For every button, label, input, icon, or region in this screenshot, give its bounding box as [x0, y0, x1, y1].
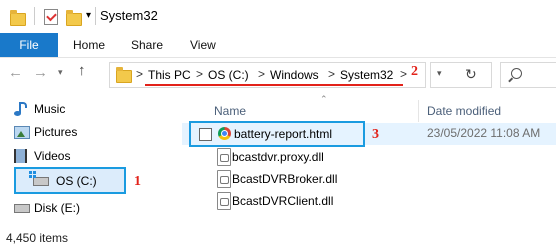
chrome-icon [218, 127, 231, 140]
sidebar-item-pictures[interactable]: Pictures [34, 122, 77, 142]
table-row[interactable]: bcastdvr.proxy.dll [189, 146, 429, 168]
sidebar-item-videos[interactable]: Videos [34, 146, 70, 166]
sidebar-item-music[interactable]: Music [34, 99, 65, 119]
address-dropdown[interactable]: ▾ ↻ [430, 62, 492, 88]
properties-icon[interactable] [44, 9, 58, 25]
customize-qat-icon[interactable]: ▾ [86, 10, 91, 21]
sidebar-item-label: OS (C:) [56, 174, 97, 188]
breadcrumb-separator[interactable]: > [258, 67, 265, 81]
file-name: BcastDVRClient.dll [232, 194, 334, 208]
status-item-count: 4,450 items [6, 231, 69, 245]
window-title: System32 [100, 8, 158, 23]
annotation-three: 3 [372, 127, 379, 142]
refresh-icon[interactable]: ↻ [465, 66, 477, 83]
tab-view[interactable]: View [190, 33, 216, 57]
annotation-one: 1 [134, 174, 141, 189]
forward-button[interactable]: → [33, 64, 48, 81]
search-icon [511, 68, 522, 79]
drive-icon [29, 171, 49, 186]
table-row[interactable]: battery-report.html [189, 121, 365, 147]
breadcrumb-system32[interactable]: System32 [340, 68, 393, 82]
column-header-date[interactable]: Date modified [427, 104, 501, 118]
dll-icon [217, 192, 231, 210]
divider [34, 7, 35, 25]
back-button[interactable]: ← [8, 64, 23, 81]
folder-icon [10, 10, 26, 26]
row-checkbox[interactable] [199, 128, 212, 141]
divider [95, 7, 96, 25]
sidebar-item-disk-e[interactable]: Disk (E:) [34, 198, 80, 218]
column-divider[interactable] [418, 100, 419, 122]
up-button[interactable]: ↑ [78, 62, 86, 79]
breadcrumb-separator[interactable]: > [136, 67, 143, 81]
recent-locations-icon[interactable]: ▾ [58, 67, 63, 78]
breadcrumb-os-c[interactable]: OS (C:) [208, 68, 249, 82]
tab-home[interactable]: Home [73, 33, 105, 57]
sort-ascending-icon: ⌃ [320, 94, 328, 104]
chevron-down-icon[interactable]: ▾ [437, 68, 442, 79]
tab-share[interactable]: Share [131, 33, 163, 57]
sidebar-item-label: Pictures [34, 125, 78, 139]
sidebar-item-label: Music [34, 102, 66, 116]
breadcrumb-separator[interactable]: > [328, 67, 335, 81]
table-row[interactable]: BcastDVRBroker.dll [189, 168, 429, 190]
sidebar-item-label: Videos [34, 149, 71, 163]
breadcrumb-windows[interactable]: Windows [270, 68, 319, 82]
dll-icon [217, 170, 231, 188]
videos-icon [14, 149, 27, 163]
folder-icon [116, 67, 132, 83]
file-date: 23/05/2022 11:08 AM [427, 126, 541, 140]
drive-icon [14, 204, 30, 213]
dll-icon [217, 148, 231, 166]
file-name: bcastdvr.proxy.dll [232, 150, 324, 164]
new-folder-icon[interactable] [66, 10, 82, 26]
tab-file[interactable]: File [0, 33, 58, 57]
pictures-icon [14, 126, 30, 139]
column-header-name[interactable]: Name [214, 104, 246, 118]
file-name: battery-report.html [234, 127, 333, 141]
music-icon [14, 102, 28, 116]
breadcrumb-separator[interactable]: > [400, 67, 407, 81]
annotation-underline [145, 84, 403, 86]
search-input[interactable] [500, 62, 556, 88]
breadcrumb-this-pc[interactable]: This PC [148, 68, 191, 82]
table-row[interactable]: BcastDVRClient.dll [189, 190, 429, 212]
sidebar-item-os-c[interactable]: OS (C:) [14, 167, 126, 194]
title-bar: ▾ System32 [0, 0, 556, 33]
file-name: BcastDVRBroker.dll [232, 172, 338, 186]
annotation-two: 2 [411, 64, 418, 79]
breadcrumb-separator[interactable]: > [196, 67, 203, 81]
sidebar-item-label: Disk (E:) [34, 201, 80, 215]
ribbon-tabs: File Home Share View [0, 33, 556, 58]
